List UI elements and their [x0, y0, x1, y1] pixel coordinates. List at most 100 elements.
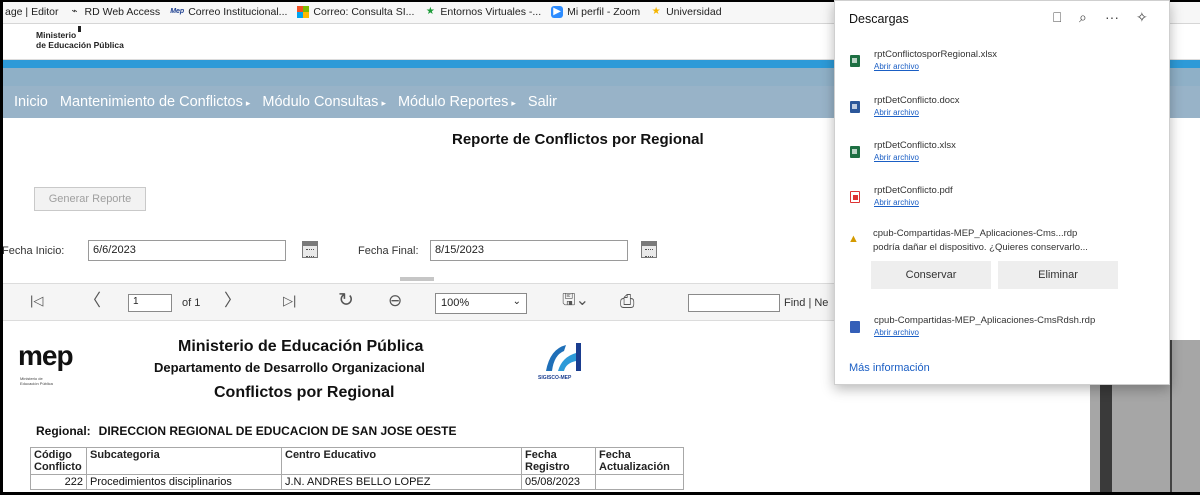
- download-item[interactable]: rptDetConflicto.docx Abrir archivo: [835, 89, 1171, 129]
- generate-report-button[interactable]: Generar Reporte: [34, 187, 146, 211]
- pin-icon[interactable]: ✧: [1136, 9, 1148, 26]
- submenu-arrow-icon: ▸: [245, 98, 251, 108]
- regional-value: DIRECCION REGIONAL DE EDUCACION DE SAN J…: [98, 424, 457, 438]
- more-info-link[interactable]: Más información: [849, 362, 930, 374]
- back-to-parent-icon[interactable]: ⊖: [388, 290, 402, 312]
- start-date-input[interactable]: 6/6/2023: [88, 240, 286, 261]
- download-item[interactable]: rptDetConflicto.xlsx Abrir archivo: [835, 134, 1171, 174]
- nav-label: Módulo Consultas: [262, 94, 379, 110]
- download-filename: rptDetConflicto.docx: [874, 95, 960, 106]
- bookmark-rd-web-access[interactable]: ⌁ RD Web Access: [64, 0, 166, 23]
- pdf-file-icon: [850, 191, 860, 203]
- bookmark-label: Universidad: [666, 5, 722, 18]
- nav-label: Salir: [527, 94, 557, 110]
- star-yellow-icon: ★: [651, 5, 661, 17]
- column-header: Código Conflicto: [30, 447, 87, 475]
- cell-school: J.N. ANDRES BELLO LOPEZ: [281, 474, 522, 490]
- find-next-link[interactable]: Find | Ne: [784, 297, 828, 309]
- bookmark-label: Correo: Consulta SI...: [313, 5, 415, 18]
- star-icon: ★: [425, 5, 435, 17]
- column-header: Fecha Registro: [521, 447, 596, 475]
- downloads-panel: Descargas ⎕ ⌕ ··· ✧ rptConflictosporRegi…: [834, 0, 1170, 385]
- nav-reportes[interactable]: Módulo Reportes ▸: [398, 94, 516, 110]
- zoom-icon: ▶: [551, 5, 564, 18]
- zoom-select[interactable]: 100% ⌄: [435, 293, 527, 314]
- regional-heading: Regional: DIRECCION REGIONAL DE EDUCACION…: [36, 424, 457, 438]
- word-file-icon: [850, 101, 860, 113]
- table-header-row: Código Conflicto Subcategoria Centro Edu…: [30, 447, 684, 475]
- delete-button[interactable]: Eliminar: [998, 261, 1118, 289]
- submenu-arrow-icon: ▸: [511, 98, 516, 108]
- download-filename: rptDetConflicto.pdf: [874, 185, 953, 196]
- column-header: Centro Educativo: [281, 447, 522, 475]
- blocked-download-filename: cpub-Compartidas-MEP_Aplicaciones-Cms...…: [873, 228, 1078, 239]
- next-page-icon[interactable]: 〉: [224, 290, 241, 312]
- document-subtitle: Departamento de Desarrollo Organizaciona…: [154, 360, 425, 375]
- page-number-input[interactable]: 1: [128, 294, 172, 312]
- calendar-icon[interactable]: [641, 241, 657, 258]
- microsoft-icon: [297, 5, 310, 18]
- previous-page-icon[interactable]: 〈: [84, 290, 101, 312]
- download-item[interactable]: rptConflictosporRegional.xlsx Abrir arch…: [835, 43, 1171, 83]
- first-page-icon[interactable]: |◁: [30, 290, 43, 312]
- divider: [1170, 340, 1172, 495]
- download-item[interactable]: rptDetConflicto.pdf Abrir archivo: [835, 179, 1171, 219]
- open-file-link[interactable]: Abrir archivo: [874, 62, 919, 71]
- column-header: Fecha Actualización: [595, 447, 684, 475]
- open-file-link[interactable]: Abrir archivo: [874, 328, 919, 337]
- table-row: 222 Procedimientos disciplinarios J.N. A…: [30, 474, 684, 490]
- last-page-icon[interactable]: ▷|: [283, 290, 296, 312]
- nav-label: Mantenimiento de Conflictos: [59, 94, 243, 110]
- sigisco-caption: SIGISCO-MEP: [538, 375, 572, 381]
- nav-inicio[interactable]: Inicio: [14, 94, 48, 110]
- rdp-file-icon: [850, 321, 860, 333]
- refresh-icon[interactable]: ↻: [338, 290, 354, 312]
- download-filename: rptConflictosporRegional.xlsx: [874, 49, 998, 60]
- excel-file-icon: [850, 146, 860, 158]
- mep-logo-text: mep: [18, 340, 74, 371]
- page-title: Reporte de Conflictos por Regional: [452, 131, 704, 148]
- end-date-input[interactable]: 8/15/2023: [430, 240, 628, 261]
- nav-consultas[interactable]: Módulo Consultas ▸: [262, 94, 386, 110]
- flag-mark: [78, 26, 81, 32]
- warning-icon: ▲: [848, 233, 859, 245]
- excel-file-icon: [850, 55, 860, 67]
- nav-salir[interactable]: Salir: [528, 94, 557, 110]
- nav-mantenimiento[interactable]: Mantenimiento de Conflictos ▸: [60, 94, 251, 110]
- export-icon[interactable]: 🖫⌄: [562, 290, 589, 312]
- ministry-logo-text: Ministerio de Educación Pública: [36, 26, 124, 50]
- document-title: Ministerio de Educación Pública: [178, 338, 424, 355]
- find-input[interactable]: [688, 294, 780, 312]
- bookmark-label: RD Web Access: [84, 5, 161, 18]
- bookmark-correo-institucional[interactable]: Mep Correo Institucional...: [165, 0, 292, 23]
- bookmark-label: age | Editor: [5, 5, 59, 18]
- open-folder-icon[interactable]: ⎕: [1053, 9, 1061, 26]
- open-file-link[interactable]: Abrir archivo: [874, 108, 919, 117]
- more-options-icon[interactable]: ···: [1105, 9, 1119, 25]
- bookmark-zoom-profile[interactable]: ▶ Mi perfil - Zoom: [546, 0, 645, 23]
- open-file-link[interactable]: Abrir archivo: [874, 198, 919, 207]
- column-header: Subcategoria: [86, 447, 282, 475]
- bookmark-label: Mi perfil - Zoom: [567, 5, 641, 18]
- calendar-icon[interactable]: [302, 241, 318, 258]
- end-date-label: Fecha Final:: [358, 245, 419, 257]
- bookmark-editor[interactable]: age | Editor: [0, 0, 64, 23]
- mep-logo-subtitle: Ministerio de Educación Pública: [20, 376, 53, 386]
- open-file-link[interactable]: Abrir archivo: [874, 153, 919, 162]
- ministry-line-2: de Educación Pública: [36, 40, 124, 50]
- page-count-label: of 1: [182, 297, 201, 309]
- document-report-name: Conflictos por Regional: [214, 384, 395, 401]
- splitter-handle[interactable]: [400, 277, 434, 281]
- search-icon[interactable]: ⌕: [1079, 9, 1087, 26]
- bookmark-correo-consulta[interactable]: Correo: Consulta SI...: [292, 0, 419, 23]
- bookmark-entornos-virtuales[interactable]: ★ Entornos Virtuales -...: [419, 0, 546, 23]
- bookmark-universidad[interactable]: ★ Universidad: [645, 0, 726, 23]
- nav-label: Módulo Reportes: [397, 94, 509, 110]
- zoom-value: 100%: [441, 297, 470, 309]
- sigisco-logo: SIGISCO-MEP: [536, 335, 586, 381]
- print-icon[interactable]: ⎙: [620, 290, 634, 312]
- download-item[interactable]: cpub-Compartidas-MEP_Aplicaciones-CmsRds…: [835, 309, 1171, 349]
- report-viewer-toolbar: |◁ 〈 1 of 1 〉 ▷| ↻ ⊖ 100% ⌄ 🖫⌄ ⎙ Find | …: [0, 283, 835, 321]
- keep-button[interactable]: Conservar: [871, 261, 991, 289]
- submenu-arrow-icon: ▸: [381, 98, 386, 108]
